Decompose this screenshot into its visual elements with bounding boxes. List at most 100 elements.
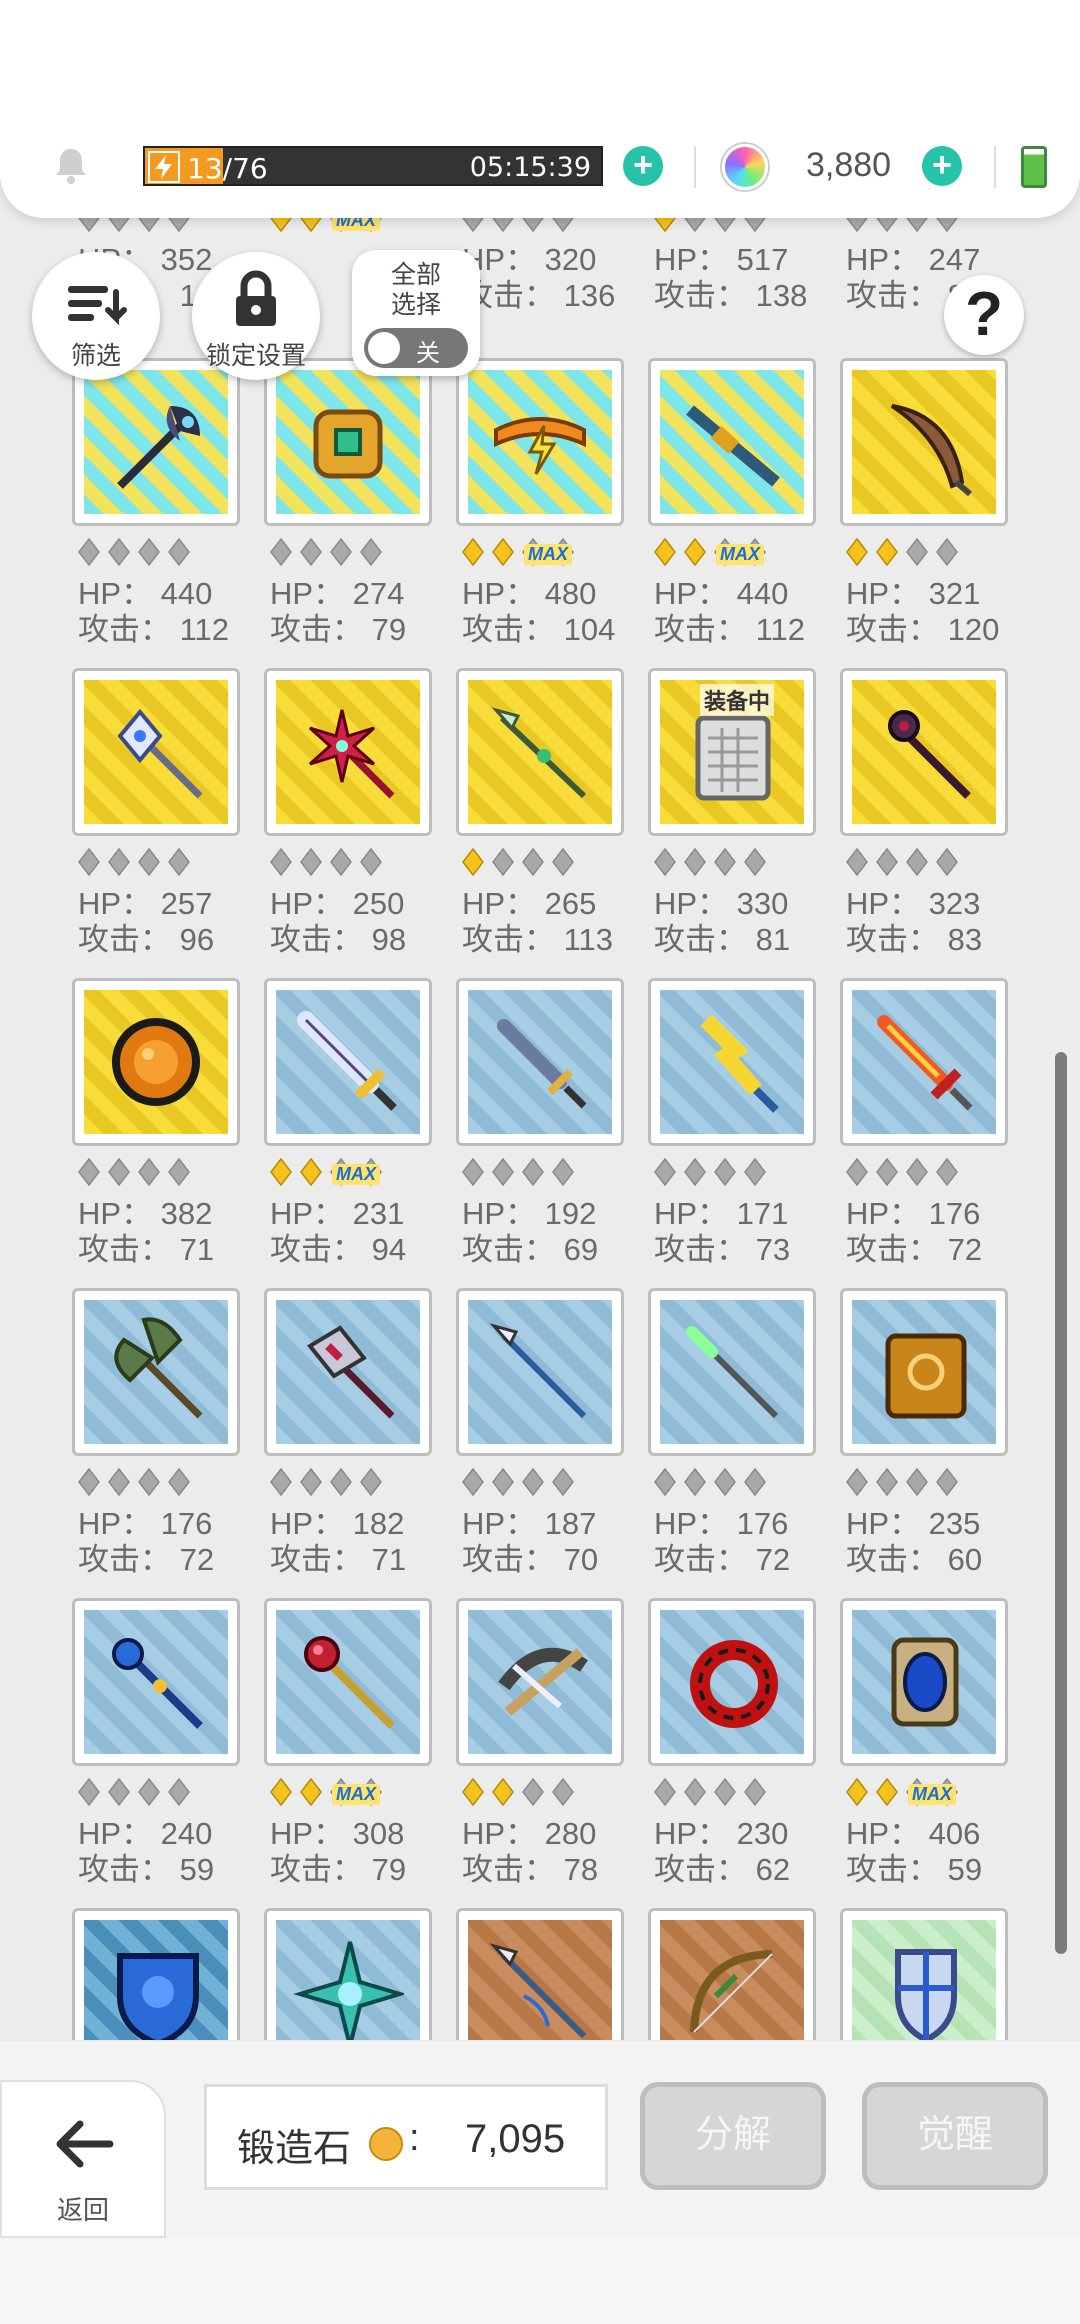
item-frame xyxy=(264,668,432,836)
grey-rank-gem-icon xyxy=(330,537,352,567)
grey-rank-gem-icon xyxy=(684,847,706,877)
grey-rank-gem-icon xyxy=(270,847,292,877)
item-attack: 攻击： 62 xyxy=(654,1852,791,1887)
notification-bell-icon[interactable] xyxy=(50,145,92,187)
select-all-toggle[interactable]: 关 xyxy=(364,328,468,368)
grey-rank-gem-icon xyxy=(168,1157,190,1187)
awaken-button[interactable]: 觉醒 xyxy=(862,2082,1048,2190)
item-background xyxy=(468,370,612,514)
blue-shield-icon xyxy=(117,1953,199,2040)
rank-gems xyxy=(270,534,440,568)
gold-rank-gem-icon xyxy=(462,1777,484,1807)
item-frame xyxy=(840,358,1008,526)
add-gems-button[interactable]: + xyxy=(922,146,962,186)
rank-gems xyxy=(270,844,440,878)
grey-rank-gem-icon xyxy=(684,1157,706,1187)
filter-label: 筛选 xyxy=(70,342,121,370)
grey-rank-gem-icon xyxy=(300,847,322,877)
gold-rank-gem-icon xyxy=(846,537,868,567)
item-frame xyxy=(840,978,1008,1146)
item-frame xyxy=(840,1908,1008,2040)
item-background xyxy=(852,370,996,514)
item-background xyxy=(276,1300,420,1444)
rank-gems: MAX xyxy=(462,534,632,568)
grey-rank-gem-icon xyxy=(108,1777,130,1807)
grey-rank-gem-icon xyxy=(654,1467,676,1497)
max-badge: MAX xyxy=(524,544,572,565)
grey-rank-gem-icon xyxy=(270,537,292,567)
grey-rank-gem-icon xyxy=(462,1157,484,1187)
gold-rank-gem-icon xyxy=(846,1777,868,1807)
item-background xyxy=(660,1610,804,1754)
item-frame xyxy=(264,358,432,526)
item-attack: 攻击： 104 xyxy=(462,612,616,647)
item-frame xyxy=(648,1288,816,1456)
rank-gems xyxy=(462,1154,632,1188)
item-attack: 攻击： 72 xyxy=(654,1542,791,1577)
back-button[interactable]: 返回 xyxy=(0,2080,166,2238)
item-background xyxy=(852,990,996,1134)
mirror-icon xyxy=(891,1637,959,1727)
grey-rank-gem-icon xyxy=(360,847,382,877)
grey-rank-gem-icon xyxy=(552,847,574,877)
dismantle-button[interactable]: 分解 xyxy=(640,2082,826,2190)
help-button[interactable]: ? xyxy=(944,275,1024,355)
rank-gems xyxy=(270,1464,440,1498)
item-frame xyxy=(456,1598,624,1766)
grey-rank-gem-icon xyxy=(168,1777,190,1807)
grey-rank-gem-icon xyxy=(714,1467,736,1497)
lock-settings-button[interactable]: 锁定设置 xyxy=(192,252,320,380)
energy-current: 13 xyxy=(187,152,223,185)
item-background xyxy=(468,990,612,1134)
red-ring-icon xyxy=(690,1640,778,1728)
rank-gems xyxy=(846,534,1016,568)
grey-rank-gem-icon xyxy=(78,1157,100,1187)
grey-rank-gem-icon xyxy=(300,537,322,567)
crystal-halberd-icon xyxy=(117,708,203,799)
grey-rank-gem-icon xyxy=(492,847,514,877)
grey-rank-gem-icon xyxy=(168,537,190,567)
grey-rank-gem-icon xyxy=(492,1467,514,1497)
select-all-control: 全部 选择 关 xyxy=(352,250,480,376)
lance-icon xyxy=(489,1943,587,2039)
lightning-icon xyxy=(148,151,180,183)
item-background xyxy=(84,1610,228,1754)
item-grid: HP： 352攻击： 1MAXHP： 320攻击： 136HP： 517攻击： … xyxy=(0,200,1080,2040)
grey-rank-gem-icon xyxy=(522,1777,544,1807)
item-background xyxy=(852,1610,996,1754)
item-frame xyxy=(456,1908,624,2040)
item-background xyxy=(84,680,228,824)
item-attack: 攻击： 59 xyxy=(78,1852,215,1887)
item-frame xyxy=(456,1288,624,1456)
grey-rank-gem-icon xyxy=(108,1467,130,1497)
scrollbar[interactable] xyxy=(1055,1052,1067,1954)
grey-rank-gem-icon xyxy=(714,847,736,877)
grey-rank-gem-icon xyxy=(552,1467,574,1497)
lock-settings-label: 锁定设置 xyxy=(205,342,306,370)
item-attack: 攻击： 78 xyxy=(462,1852,599,1887)
grey-rank-gem-icon xyxy=(360,537,382,567)
crimson-axe-icon xyxy=(307,1325,395,1419)
gold-rank-gem-icon xyxy=(492,1777,514,1807)
rank-gems xyxy=(654,1774,824,1808)
dark-axe-icon xyxy=(117,406,200,489)
divider xyxy=(694,146,696,188)
equipped-label: 装备中 xyxy=(700,684,775,716)
item-attack: 攻击： 138 xyxy=(654,278,808,313)
grey-rank-gem-icon xyxy=(522,1157,544,1187)
divider xyxy=(994,146,996,188)
filter-button[interactable]: 筛选 xyxy=(32,252,160,380)
spellbook-icon xyxy=(885,1333,967,1419)
item-frame xyxy=(72,1288,240,1456)
item-background xyxy=(468,1610,612,1754)
item-frame xyxy=(72,978,240,1146)
item-background xyxy=(852,1920,996,2040)
item-frame xyxy=(72,358,240,526)
add-energy-button[interactable]: + xyxy=(623,146,663,186)
back-label: 返回 xyxy=(56,2195,109,2225)
item-attack: 攻击： 79 xyxy=(270,612,407,647)
item-attack: 攻击： 83 xyxy=(846,922,983,957)
gold-rank-gem-icon xyxy=(270,1777,292,1807)
rank-gems xyxy=(462,844,632,878)
dark-staff-icon xyxy=(888,710,971,799)
